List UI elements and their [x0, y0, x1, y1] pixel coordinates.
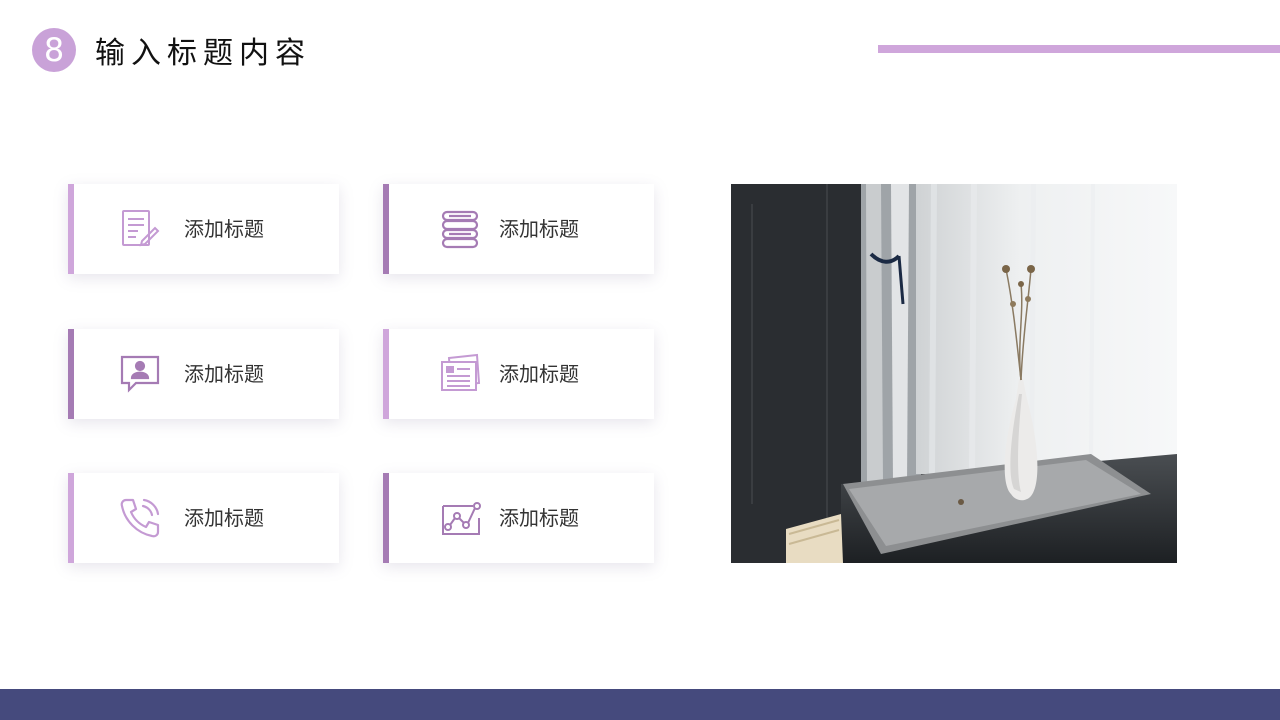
line-chart-icon	[439, 496, 483, 540]
card-accent	[383, 329, 389, 419]
page-title: 输入标题内容	[95, 36, 311, 71]
card-label: 添加标题	[499, 506, 579, 530]
card-5[interactable]: 添加标题	[68, 473, 339, 563]
number-badge: 8	[32, 28, 76, 72]
card-accent	[383, 473, 389, 563]
card-accent	[68, 329, 74, 419]
stacked-layers-icon	[439, 207, 483, 251]
document-edit-icon	[118, 207, 162, 251]
card-label: 添加标题	[499, 362, 579, 386]
top-accent-bar	[878, 45, 1280, 53]
card-6[interactable]: 添加标题	[383, 473, 654, 563]
card-label: 添加标题	[184, 506, 264, 530]
card-2[interactable]: 添加标题	[383, 184, 654, 274]
card-4[interactable]: 添加标题	[383, 329, 654, 419]
card-accent	[383, 184, 389, 274]
card-1[interactable]: 添加标题	[68, 184, 339, 274]
card-3[interactable]: 添加标题	[68, 329, 339, 419]
card-accent	[68, 473, 74, 563]
phone-call-icon	[118, 496, 162, 540]
card-label: 添加标题	[499, 217, 579, 241]
card-label: 添加标题	[184, 362, 264, 386]
footer-bar	[0, 689, 1280, 720]
chat-user-icon	[118, 352, 162, 396]
vase-window-photo	[731, 184, 1177, 563]
card-label: 添加标题	[184, 217, 264, 241]
card-accent	[68, 184, 74, 274]
news-documents-icon	[439, 352, 483, 396]
badge-number: 8	[43, 31, 65, 69]
